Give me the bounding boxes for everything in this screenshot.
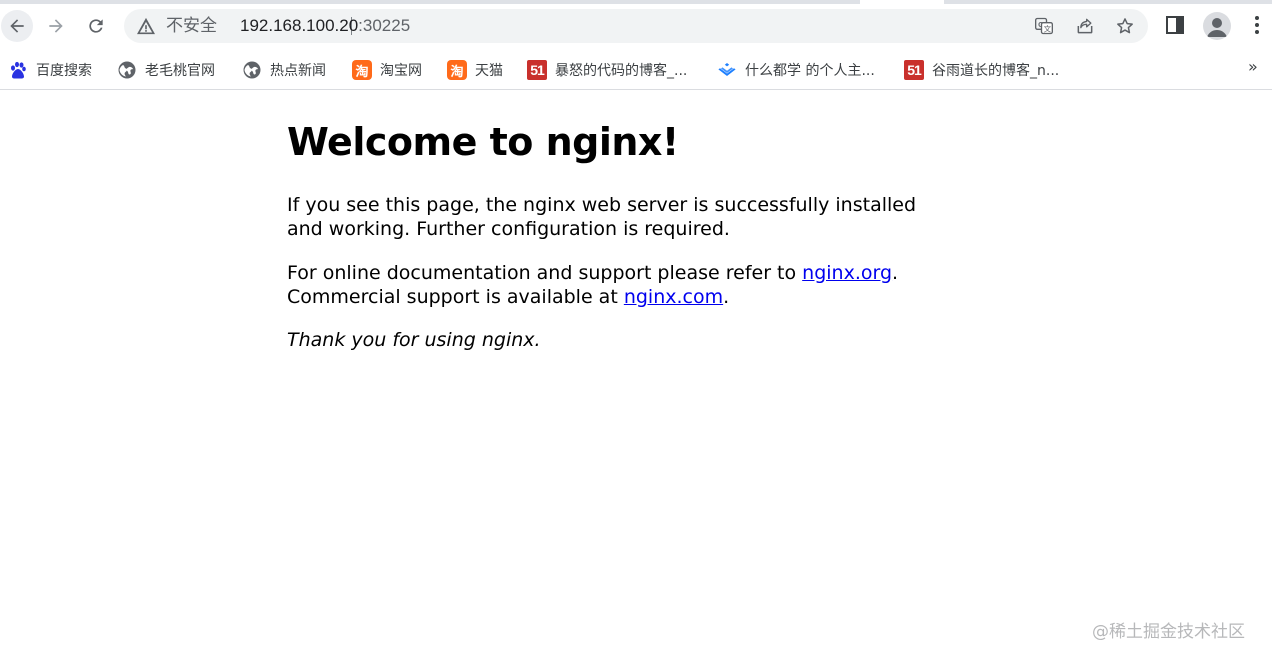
docs-paragraph: For online documentation and support ple… [287, 261, 927, 309]
cto51-icon: 51 [527, 60, 547, 80]
browser-toolbar: 不安全 192.168.100.20:30225 G文 [0, 0, 1272, 52]
bookmark-label: 淘宝网 [380, 63, 422, 79]
bookmark-laomaotao[interactable]: 老毛桃官网 [117, 57, 215, 83]
arrow-right-icon [49, 19, 63, 33]
bookmark-label: 百度搜索 [36, 63, 92, 79]
bookmark-label: 热点新闻 [270, 63, 326, 79]
translate-button[interactable]: G文 [1034, 16, 1054, 36]
url-text[interactable]: 192.168.100.20:30225 [240, 15, 410, 37]
bookmark-label: 什么都学 的个人主... [745, 63, 875, 79]
back-button[interactable] [1, 10, 33, 42]
security-label[interactable]: 不安全 [166, 15, 217, 37]
docs-text: For online documentation and support ple… [287, 262, 803, 284]
svg-text:文: 文 [1044, 23, 1052, 33]
juejin-icon [717, 60, 737, 80]
star-icon [1117, 18, 1133, 34]
active-tab[interactable] [860, 0, 944, 4]
intro-paragraph: If you see this page, the nginx web serv… [287, 194, 917, 240]
taobao-icon: 淘 [447, 60, 467, 80]
bookmark-baidu[interactable]: 百度搜索 [8, 57, 92, 83]
address-bar[interactable]: 不安全 192.168.100.20:30225 G文 [124, 9, 1148, 43]
nginx-com-link[interactable]: nginx.com [624, 286, 723, 308]
bookmarks-bar: 百度搜索 老毛桃官网 热点新闻 淘 淘宝网 淘 天猫 51 暴怒的代码的博客_.… [0, 52, 1272, 90]
url-port: :30225 [358, 16, 411, 35]
cto51-icon: 51 [904, 60, 924, 80]
side-panel-button[interactable] [1164, 14, 1186, 36]
bookmark-label: 老毛桃官网 [145, 63, 215, 79]
bookmark-shenmedouxue[interactable]: 什么都学 的个人主... [717, 57, 875, 83]
arrow-left-icon [10, 19, 24, 33]
watermark: @稀土掘金技术社区 [1092, 622, 1245, 642]
profile-avatar[interactable] [1203, 12, 1231, 40]
reload-button[interactable] [80, 10, 112, 42]
bookmark-label: 天猫 [475, 63, 503, 79]
globe-icon [117, 60, 137, 80]
forward-button[interactable] [40, 10, 72, 42]
more-vertical-icon [1255, 16, 1259, 34]
page-heading: Welcome to nginx! [287, 120, 679, 164]
share-icon [1077, 18, 1093, 34]
more-bookmarks-button[interactable]: » [1248, 57, 1258, 76]
menu-button[interactable] [1246, 14, 1268, 36]
bookmark-taobao[interactable]: 淘 淘宝网 [352, 57, 422, 83]
bookmark-tmall[interactable]: 淘 天猫 [447, 57, 503, 83]
tab-strip [0, 0, 1272, 4]
nginx-org-link[interactable]: nginx.org [802, 262, 892, 284]
person-icon [1207, 18, 1227, 37]
bookmark-redian[interactable]: 热点新闻 [242, 57, 326, 83]
bookmark-star-button[interactable] [1115, 16, 1135, 36]
docs-period: . [892, 262, 899, 284]
warning-icon[interactable] [136, 17, 156, 35]
taobao-icon: 淘 [352, 60, 372, 80]
bookmark-baonu-blog[interactable]: 51 暴怒的代码的博客_... [527, 57, 687, 83]
commercial-period: . [723, 286, 730, 308]
bookmark-guyu-blog[interactable]: 51 谷雨道长的博客_n... [904, 57, 1059, 83]
url-host: 192.168.100.20 [240, 16, 359, 35]
commercial-text: Commercial support is available at [287, 286, 624, 308]
thanks-paragraph: Thank you for using nginx. [287, 329, 541, 351]
baidu-paw-icon [8, 60, 28, 80]
side-panel-icon [1166, 16, 1184, 34]
bookmark-label: 谷雨道长的博客_n... [932, 63, 1060, 79]
translate-icon: G文 [1035, 17, 1053, 35]
share-button[interactable] [1075, 16, 1095, 36]
globe-icon [242, 60, 262, 80]
reload-icon [89, 19, 103, 33]
bookmark-label: 暴怒的代码的博客_... [555, 63, 688, 79]
